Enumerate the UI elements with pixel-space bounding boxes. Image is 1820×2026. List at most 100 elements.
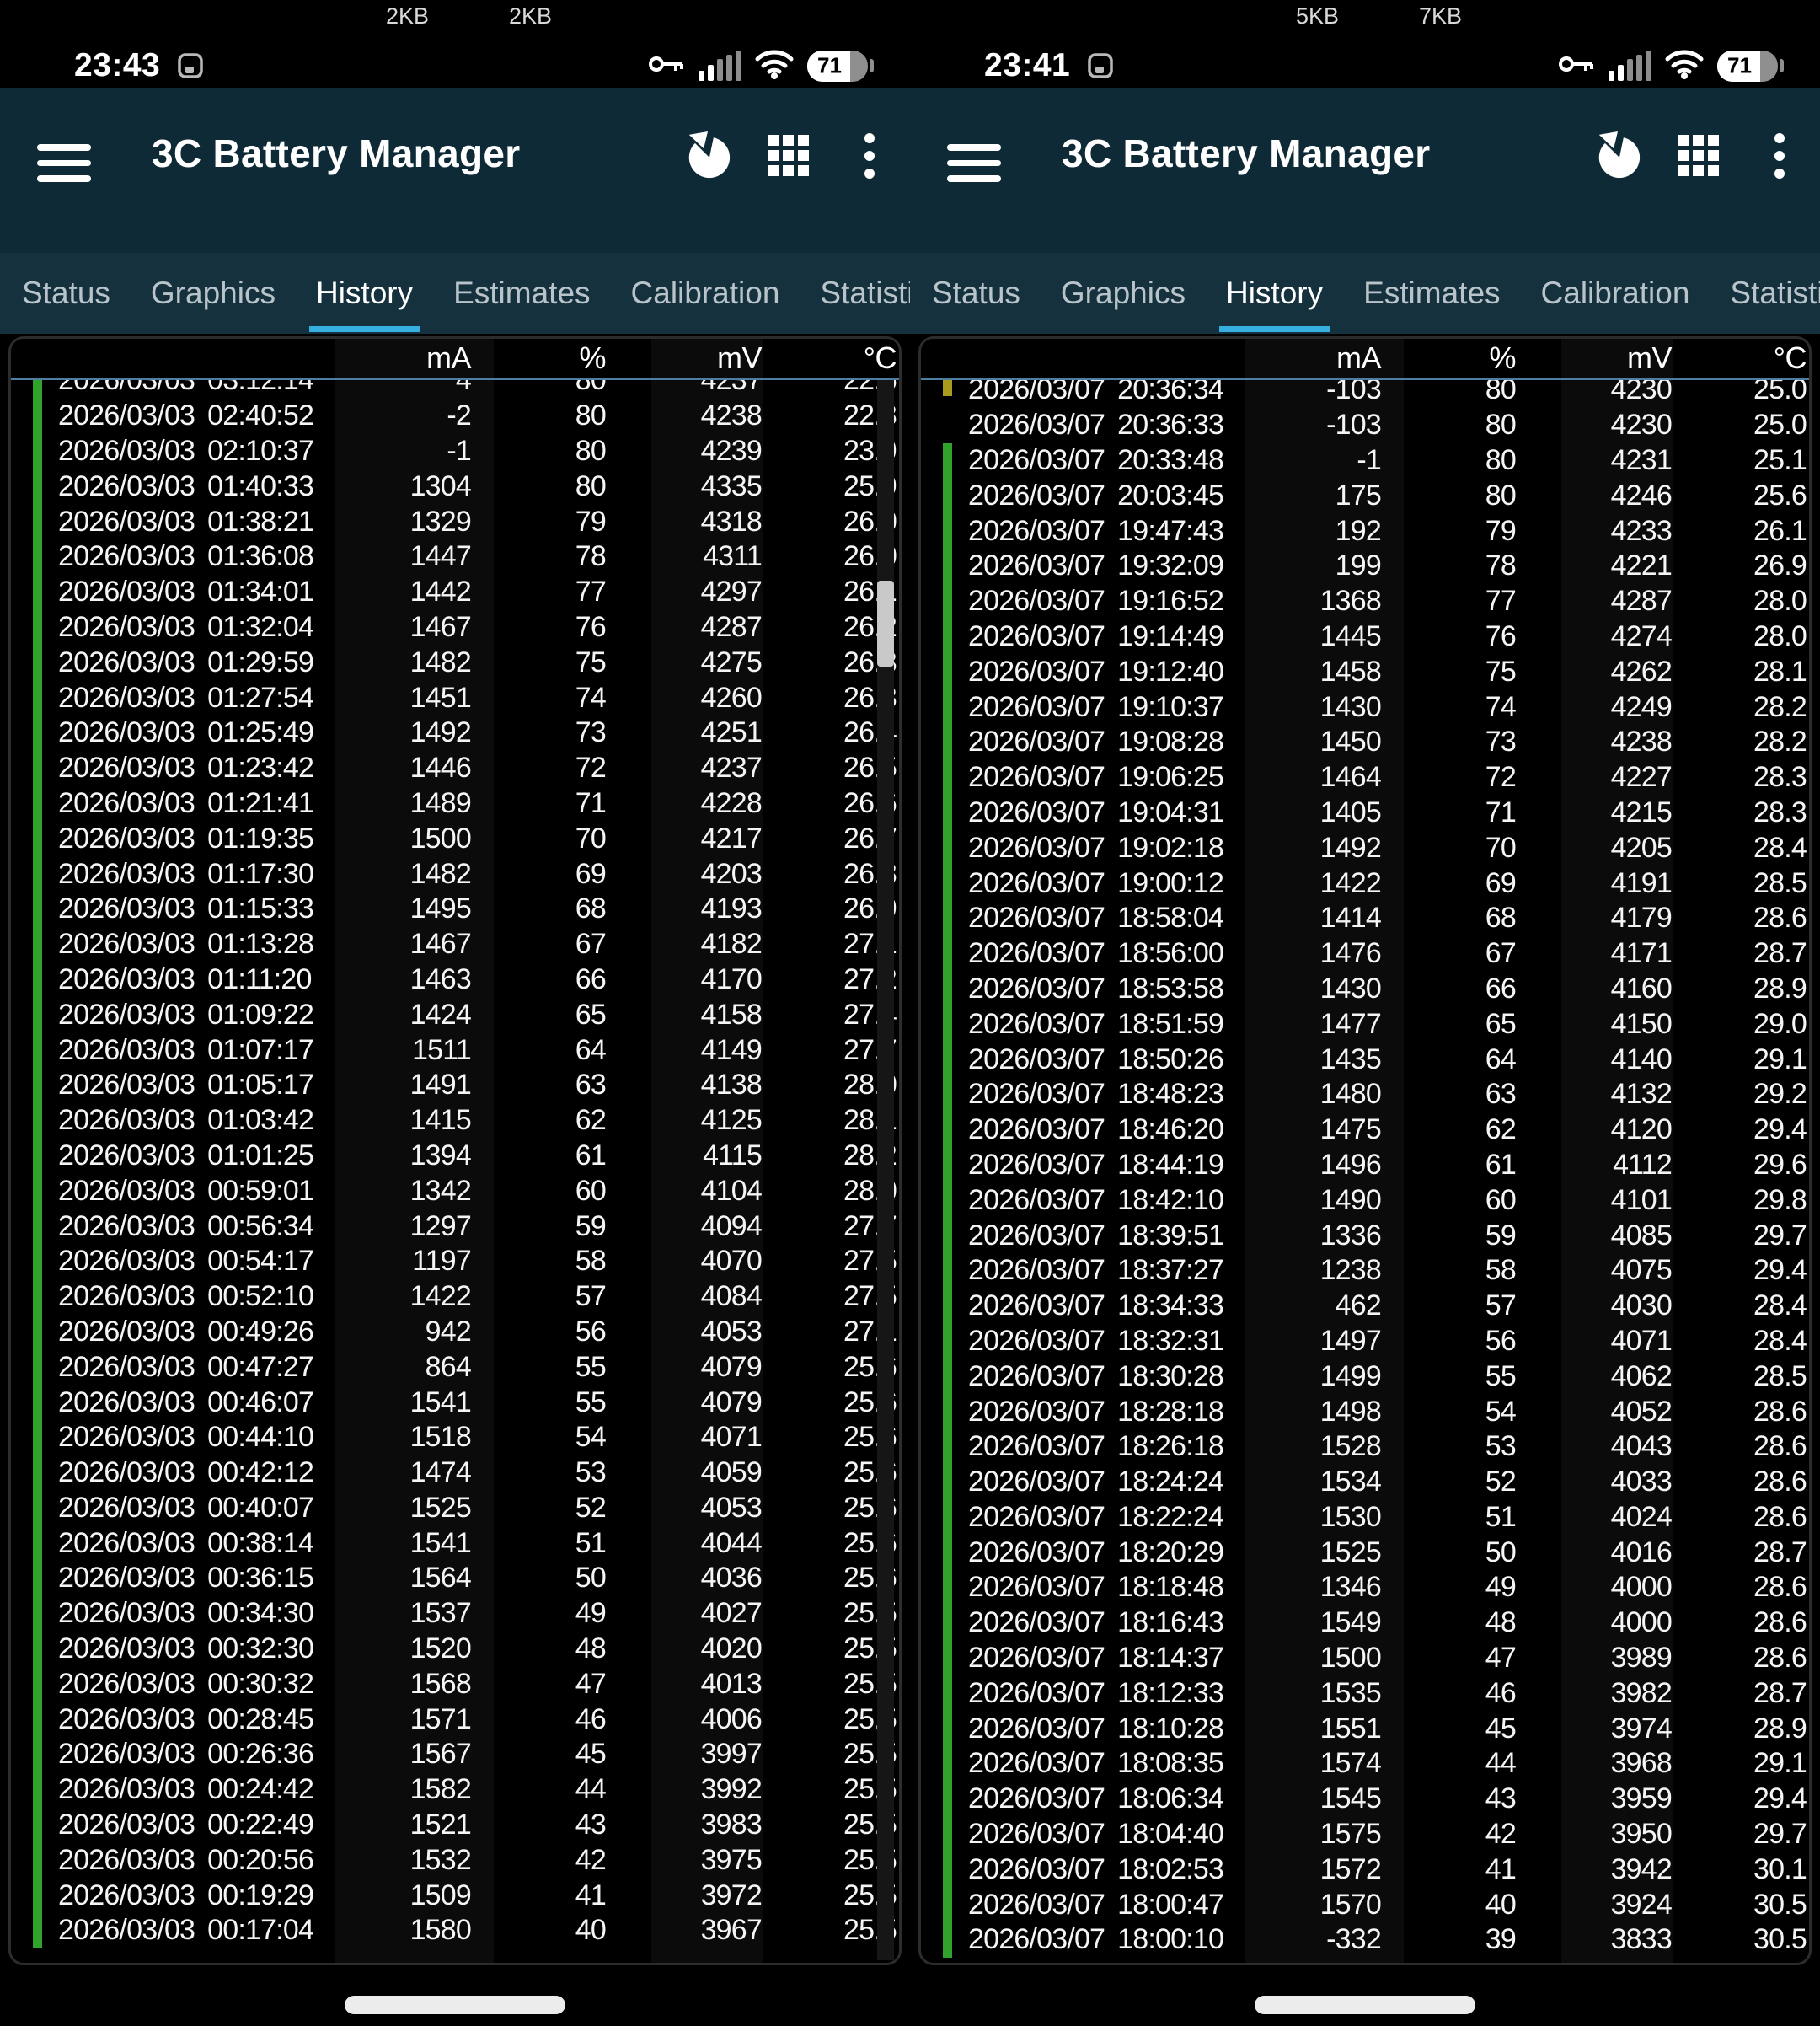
table-row[interactable]: 2026/03/0300:28:45157146400625.5 xyxy=(11,1702,899,1737)
apps-grid-icon[interactable] xyxy=(748,131,829,181)
table-row[interactable]: 2026/03/0718:04:40157542395029.7 xyxy=(921,1817,1809,1852)
table-row[interactable]: 2026/03/0718:39:51133659408529.7 xyxy=(921,1218,1809,1253)
table-row[interactable]: 2026/03/0718:22:24153051402428.6 xyxy=(921,1500,1809,1536)
table-row[interactable]: 2026/03/0719:00:12142269419128.5 xyxy=(921,866,1809,901)
table-row[interactable]: 2026/03/0301:40:33130480433525.9 xyxy=(11,469,899,504)
table-row[interactable]: 2026/03/0300:30:32156847401325.5 xyxy=(11,1666,899,1702)
pie-chart-icon[interactable] xyxy=(667,131,748,181)
overflow-menu-icon[interactable] xyxy=(829,131,910,181)
table-row[interactable]: 2026/03/0719:16:52136877428728.0 xyxy=(921,584,1809,619)
table-row[interactable]: 2026/03/0718:18:48134649400028.6 xyxy=(921,1570,1809,1605)
table-row[interactable]: 2026/03/0300:38:14154151404425.6 xyxy=(11,1525,899,1561)
table-row[interactable]: 2026/03/0718:12:33153546398228.7 xyxy=(921,1675,1809,1711)
tab-calibration[interactable]: Calibration xyxy=(1541,253,1690,334)
table-row[interactable]: 2026/03/0718:26:18152853404328.6 xyxy=(921,1429,1809,1465)
tab-statistics[interactable]: Statistics xyxy=(820,253,910,334)
table-row[interactable]: 2026/03/0719:04:31140571421528.3 xyxy=(921,796,1809,831)
table-row[interactable]: 2026/03/0719:08:28145073423828.2 xyxy=(921,725,1809,760)
table-row[interactable]: 2026/03/0300:20:56153242397525.5 xyxy=(11,1842,899,1878)
tab-history[interactable]: History xyxy=(1226,253,1323,334)
table-row[interactable]: 2026/03/0300:42:12147453405925.6 xyxy=(11,1455,899,1491)
table-row[interactable]: 2026/03/0301:36:08144778431126.0 xyxy=(11,539,899,575)
tab-graphics[interactable]: Graphics xyxy=(1061,253,1186,334)
table-row[interactable]: 2026/03/0301:34:01144277429726.1 xyxy=(11,575,899,610)
table-row[interactable]: 2026/03/0300:44:10151854407125.6 xyxy=(11,1420,899,1455)
table-row[interactable]: 2026/03/0300:46:07154155407925.6 xyxy=(11,1385,899,1420)
table-row[interactable]: 2026/03/0300:22:49152143398325.5 xyxy=(11,1808,899,1843)
table-row[interactable]: 2026/03/0301:09:22142465415827.4 xyxy=(11,997,899,1032)
table-row[interactable]: 2026/03/0300:26:36156745399725.5 xyxy=(11,1737,899,1772)
table-row[interactable]: 2026/03/0303:12:14480423722.6 xyxy=(11,380,899,399)
table-row[interactable]: 2026/03/0301:03:42141562412528.1 xyxy=(11,1103,899,1139)
table-row[interactable]: 2026/03/0720:03:4517580424625.6 xyxy=(921,478,1809,513)
overflow-menu-icon[interactable] xyxy=(1739,131,1820,181)
home-indicator[interactable] xyxy=(1255,1996,1475,2014)
table-row[interactable]: 2026/03/0719:47:4319279423326.1 xyxy=(921,513,1809,549)
table-row[interactable]: 2026/03/0302:40:52-280423822.8 xyxy=(11,399,899,434)
tab-graphics[interactable]: Graphics xyxy=(151,253,276,334)
table-row[interactable]: 2026/03/0718:00:47157040392430.5 xyxy=(921,1887,1809,1922)
table-row[interactable]: 2026/03/0300:47:2786455407925.6 xyxy=(11,1349,899,1385)
table-row[interactable]: 2026/03/0301:05:17149163413828.0 xyxy=(11,1068,899,1103)
table-row[interactable]: 2026/03/0718:24:24153452403328.6 xyxy=(921,1465,1809,1500)
table-row[interactable]: 2026/03/0719:14:49144576427428.0 xyxy=(921,619,1809,655)
table-row[interactable]: 2026/03/0301:21:41148971422826.6 xyxy=(11,786,899,822)
table-row[interactable]: 2026/03/0718:42:10149060410129.8 xyxy=(921,1182,1809,1218)
table-row[interactable]: 2026/03/0300:19:29150941397225.5 xyxy=(11,1878,899,1913)
table-row[interactable]: 2026/03/0718:58:04141468417928.6 xyxy=(921,901,1809,936)
table-row[interactable]: 2026/03/0300:49:2694256405327.1 xyxy=(11,1315,899,1350)
menu-icon[interactable] xyxy=(947,144,1001,182)
table-row[interactable]: 2026/03/0300:32:30152048402025.5 xyxy=(11,1632,899,1667)
table-row[interactable]: 2026/03/0301:11:20146366417027.2 xyxy=(11,962,899,998)
table-row[interactable]: 2026/03/0301:01:25139461411528.2 xyxy=(11,1139,899,1174)
table-row[interactable]: 2026/03/0301:27:54145174426026.3 xyxy=(11,680,899,716)
table-row[interactable]: 2026/03/0301:29:59148275427526.3 xyxy=(11,645,899,680)
table-row[interactable]: 2026/03/0718:46:20147562412029.4 xyxy=(921,1112,1809,1148)
table-row[interactable]: 2026/03/0718:30:28149955406228.5 xyxy=(921,1359,1809,1394)
table-row[interactable]: 2026/03/0718:20:29152550401628.7 xyxy=(921,1535,1809,1570)
table-row[interactable]: 2026/03/0718:06:34154543395929.4 xyxy=(921,1782,1809,1817)
table-row[interactable]: 2026/03/0718:14:37150047398928.6 xyxy=(921,1641,1809,1676)
table-row[interactable]: 2026/03/0718:37:27123858407529.4 xyxy=(921,1253,1809,1289)
table-row[interactable]: 2026/03/0720:36:34-10380423025.0 xyxy=(921,380,1809,408)
menu-icon[interactable] xyxy=(37,144,91,182)
table-row[interactable]: 2026/03/0301:25:49149273425126.4 xyxy=(11,716,899,751)
table-row[interactable]: 2026/03/0718:10:28155145397428.9 xyxy=(921,1711,1809,1746)
table-row[interactable]: 2026/03/0719:10:37143074424928.2 xyxy=(921,689,1809,725)
table-row[interactable]: 2026/03/0300:36:15156450403625.6 xyxy=(11,1561,899,1596)
tab-calibration[interactable]: Calibration xyxy=(631,253,780,334)
tab-estimates[interactable]: Estimates xyxy=(1363,253,1500,334)
table-row[interactable]: 2026/03/0300:54:17119758407027.5 xyxy=(11,1244,899,1279)
table-row[interactable]: 2026/03/0720:33:48-180423125.1 xyxy=(921,443,1809,479)
table-row[interactable]: 2026/03/0301:17:30148269420326.8 xyxy=(11,856,899,892)
table-row[interactable]: 2026/03/0719:02:18149270420528.4 xyxy=(921,830,1809,866)
table-row[interactable]: 2026/03/0300:52:10142257408427.5 xyxy=(11,1279,899,1315)
table-row[interactable]: 2026/03/0718:28:18149854405228.6 xyxy=(921,1394,1809,1429)
table-row[interactable]: 2026/03/0718:53:58143066416028.9 xyxy=(921,972,1809,1007)
table-row[interactable]: 2026/03/0718:51:59147765415029.0 xyxy=(921,1006,1809,1042)
table-row[interactable]: 2026/03/0302:10:37-180423923.9 xyxy=(11,434,899,469)
pie-chart-icon[interactable] xyxy=(1577,131,1658,181)
table-row[interactable]: 2026/03/0301:15:33149568419326.9 xyxy=(11,892,899,927)
table-row[interactable]: 2026/03/0301:07:17151164414927.7 xyxy=(11,1032,899,1068)
table-row[interactable]: 2026/03/0719:06:25146472422728.3 xyxy=(921,760,1809,796)
table-row[interactable]: 2026/03/0300:34:30153749402725.5 xyxy=(11,1596,899,1632)
tab-history[interactable]: History xyxy=(316,253,413,334)
table-row[interactable]: 2026/03/0301:13:28146767418227.1 xyxy=(11,927,899,962)
table-row[interactable]: 2026/03/0301:38:21132979431826.0 xyxy=(11,504,899,539)
table-row[interactable]: 2026/03/0301:19:35150070421726.7 xyxy=(11,821,899,856)
table-row[interactable]: 2026/03/0718:08:35157444396829.1 xyxy=(921,1746,1809,1782)
tab-status[interactable]: Status xyxy=(932,253,1020,334)
table-row[interactable]: 2026/03/0718:50:26143564414029.1 xyxy=(921,1042,1809,1077)
tab-statistics[interactable]: Statistics xyxy=(1730,253,1820,334)
table-row[interactable]: 2026/03/0718:32:31149756407128.4 xyxy=(921,1324,1809,1359)
scrollbar-thumb[interactable] xyxy=(877,581,894,667)
table-row[interactable]: 2026/03/0718:16:43154948400028.6 xyxy=(921,1605,1809,1641)
tab-status[interactable]: Status xyxy=(22,253,110,334)
table-row[interactable]: 2026/03/0720:36:33-10380423025.0 xyxy=(921,408,1809,443)
table-row[interactable]: 2026/03/0301:32:04146776428726.2 xyxy=(11,610,899,646)
table-row[interactable]: 2026/03/0719:32:0919978422126.9 xyxy=(921,549,1809,584)
tab-estimates[interactable]: Estimates xyxy=(453,253,590,334)
home-indicator[interactable] xyxy=(345,1996,565,2014)
table-row[interactable]: 2026/03/0301:23:42144672423726.5 xyxy=(11,751,899,786)
